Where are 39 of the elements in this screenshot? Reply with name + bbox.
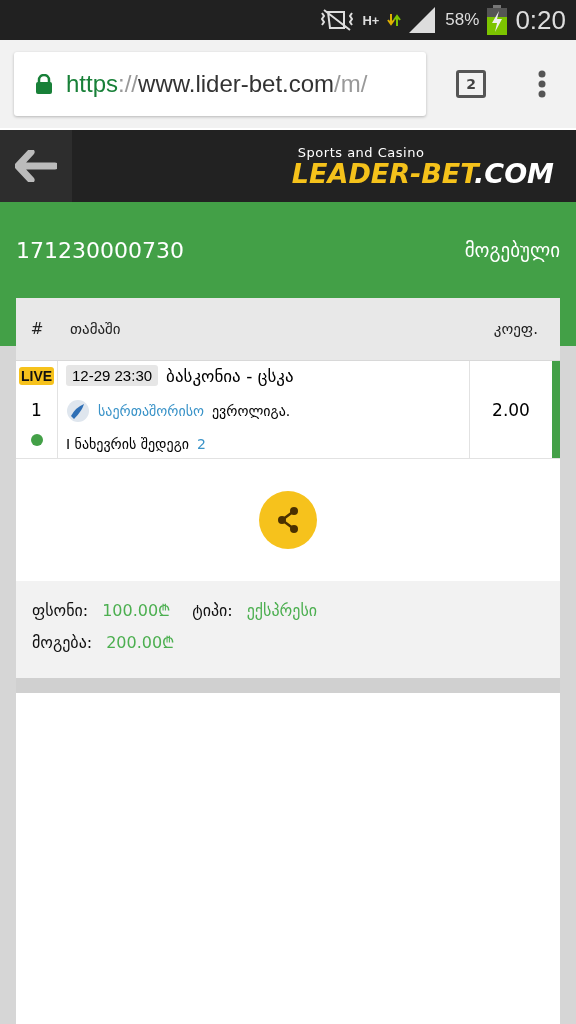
back-arrow-icon: [15, 150, 57, 182]
ticket-status: მოგებული: [464, 239, 560, 261]
column-header: თამაში: [69, 320, 122, 338]
stake-label: ფსონი:: [32, 601, 89, 620]
address-bar[interactable]: https://www.lider-bet.com/m/: [14, 52, 426, 116]
vibrate-icon: [320, 7, 355, 33]
logo: LEADER-BET.COM: [291, 160, 554, 187]
url-text: https://www.lider-bet.com/m/: [66, 70, 368, 98]
network-type: H+: [362, 13, 380, 27]
type-label: ტიპი:: [192, 601, 233, 620]
more-menu-icon[interactable]: [538, 70, 546, 98]
share-icon: [276, 507, 300, 533]
live-badge: LIVE: [18, 367, 55, 385]
share-button[interactable]: [259, 491, 317, 549]
ticket-number: 171230000730: [16, 237, 184, 263]
date-tag: 12-29 23:30: [66, 365, 159, 386]
market-name: I ნახევრის შედეგი: [66, 436, 190, 452]
league-name: ევროლიგა.: [211, 403, 291, 419]
team-logo-icon: [66, 399, 90, 423]
lock-icon: [36, 74, 52, 94]
signal-icon: [409, 7, 438, 33]
category-link[interactable]: საერთაშორისო: [98, 403, 204, 419]
winnings-label: მოგება:: [32, 633, 93, 652]
clock: 0:20: [515, 4, 566, 36]
tab-count-button[interactable]: 2: [456, 70, 486, 98]
battery-charging-icon: [487, 5, 508, 35]
type-value: ექსპრესი: [246, 601, 317, 620]
pick: 2: [197, 436, 206, 452]
odds: 2.00: [491, 398, 531, 422]
back-button[interactable]: [0, 130, 72, 202]
logo-tagline: Sports and Casino: [297, 145, 425, 160]
column-header: კოეფ.: [492, 320, 539, 338]
winnings-value: 200.00₾: [106, 632, 175, 653]
battery-percent: 58%: [445, 10, 480, 30]
row-number: 1: [31, 399, 42, 420]
column-header: #: [29, 320, 45, 338]
match-name: ბასკონია - ცსკა: [166, 365, 294, 386]
stake-value: 100.00₾: [102, 600, 171, 621]
data-arrows-icon: [387, 14, 402, 26]
